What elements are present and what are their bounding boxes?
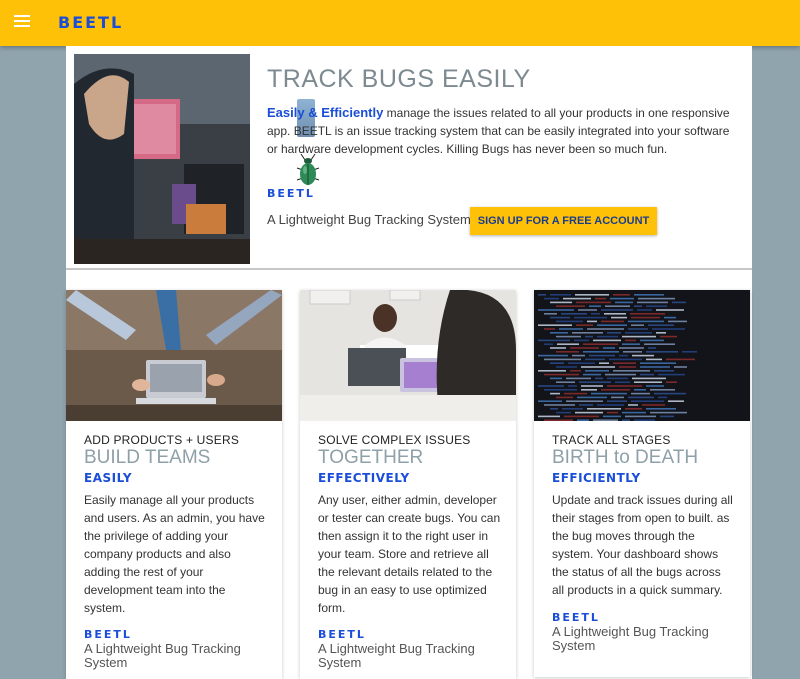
brand-logo[interactable]: BEETL [58,13,123,32]
card-title: BUILD TEAMS [84,447,211,468]
card-subtitle: EASILY [84,471,133,485]
card-photo-code-screen [534,290,750,421]
card-tagline: A Lightweight Bug Tracking System [318,641,475,670]
card-title: BIRTH to DEATH [552,447,699,468]
card-brand: BEETL [84,628,132,641]
card-photo-team-laptop [66,290,282,421]
hero-lead-bold: Easily & Efficiently [267,105,384,120]
card-subtitle: EFFICIENTLY [552,471,641,485]
top-app-bar: BEETL [0,0,800,46]
card-body: Any user, either admin, developer or tes… [318,493,501,615]
feature-card-together: SOLVE COMPLEX ISSUES TOGETHER EFFECTIVEL… [300,290,516,679]
feature-card-birth-to-death: TRACK ALL STAGES BIRTH to DEATH EFFICIEN… [534,290,750,677]
card-brand: BEETL [318,628,366,641]
card-kicker: ADD PRODUCTS + USERS [84,433,240,447]
sign-up-button[interactable]: SIGN UP FOR A FREE ACCOUNT [470,207,657,235]
card-tagline: A Lightweight Bug Tracking System [552,624,709,653]
hero-section: TRACK BUGS EASILY Easily & Efficiently m… [66,46,752,270]
card-brand: BEETL [552,611,600,624]
card-tagline: A Lightweight Bug Tracking System [84,641,241,670]
card-body: Update and track issues during all their… [552,493,733,597]
card-photo-collaboration [300,290,516,421]
card-title: TOGETHER [318,447,424,468]
card-subtitle: EFFECTIVELY [318,471,410,485]
hero-description: Easily & Efficiently manage the issues r… [267,104,737,158]
card-body: Easily manage all your products and user… [84,493,265,615]
hero-photo-developer [74,54,250,264]
hero-brand: BEETL [267,187,315,200]
feature-card-build-teams: ADD PRODUCTS + USERS BUILD TEAMS EASILY … [66,290,282,679]
hero-title: TRACK BUGS EASILY [267,65,531,93]
card-kicker: TRACK ALL STAGES [552,433,671,447]
hero-tagline: A Lightweight Bug Tracking System [267,212,471,227]
card-kicker: SOLVE COMPLEX ISSUES [318,433,471,447]
hamburger-menu-icon[interactable] [14,15,30,28]
